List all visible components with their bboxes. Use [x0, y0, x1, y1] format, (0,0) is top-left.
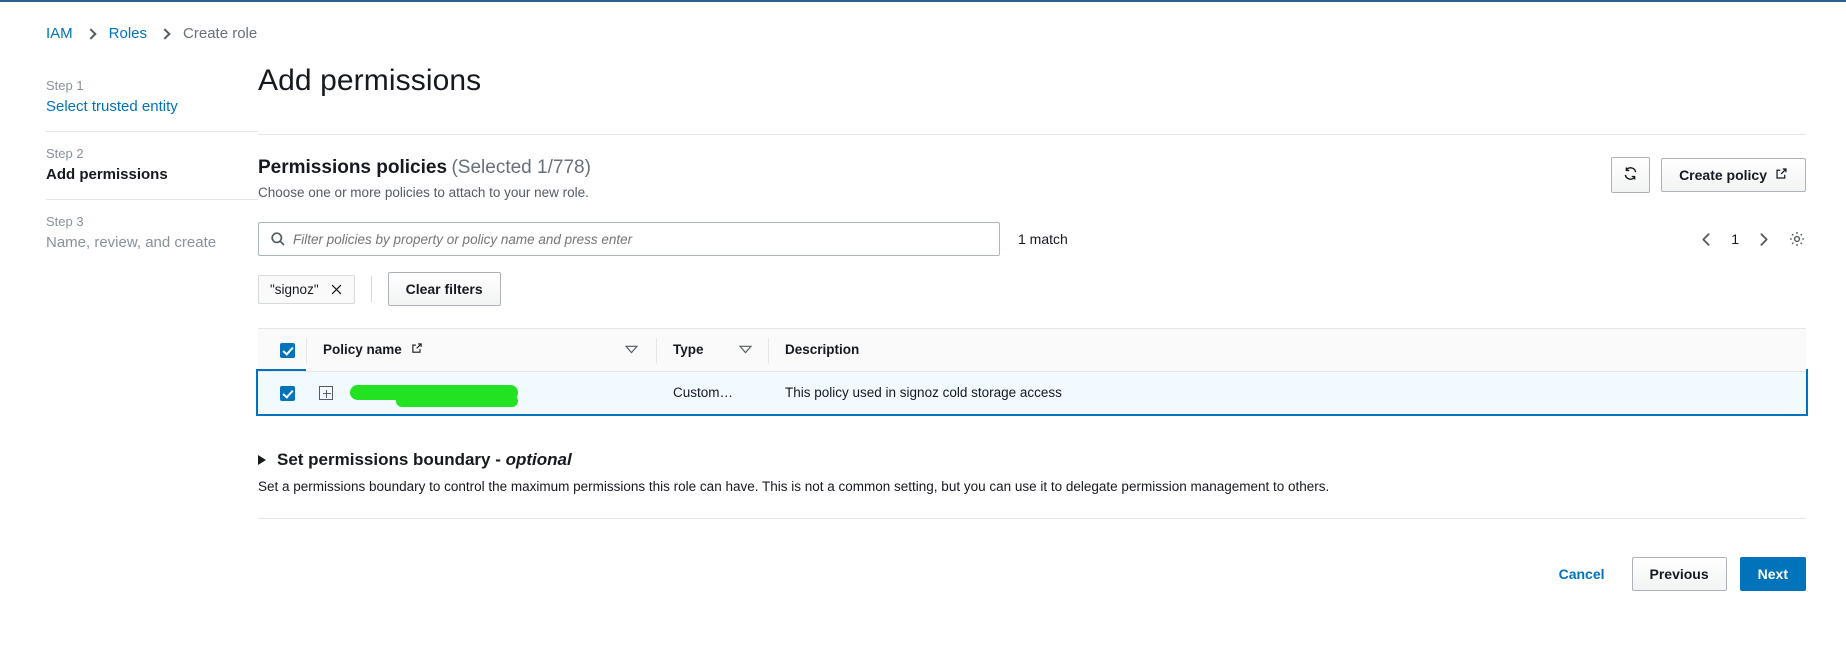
breadcrumb-item-roles[interactable]: Roles	[109, 25, 147, 42]
panel-header: Permissions policies (Selected 1/778) Ch…	[258, 157, 1806, 200]
filter-token-label: "signoz"	[270, 281, 319, 297]
search-input[interactable]	[293, 231, 989, 247]
wizard-steps-sidebar: Step 1 Select trusted entity Step 2 Add …	[0, 64, 258, 591]
previous-button[interactable]: Previous	[1631, 556, 1727, 591]
search-box[interactable]	[258, 222, 1000, 256]
panel-subtitle: Choose one or more policies to attach to…	[258, 185, 589, 200]
filter-row: 1 match 1	[258, 222, 1806, 256]
row-type-cell: Custom…	[656, 371, 768, 414]
breadcrumb-item-create-role: Create role	[183, 25, 258, 42]
permissions-boundary-toggle[interactable]: Set permissions boundary - optional	[258, 450, 1806, 470]
policies-table: Policy name Type Description Custom… Thi…	[256, 328, 1808, 416]
create-policy-button[interactable]: Create policy	[1661, 158, 1806, 192]
selected-count: (Selected 1/778)	[451, 157, 591, 178]
clear-filters-button[interactable]: Clear filters	[387, 272, 501, 306]
breadcrumb-item-iam[interactable]: IAM	[46, 25, 73, 42]
wizard-footer: Cancel Previous Next	[258, 556, 1806, 591]
filter-token-signoz[interactable]: "signoz"	[258, 274, 355, 304]
row-description-cell: This policy used in signoz cold storage …	[768, 371, 1806, 414]
column-type-label: Type	[673, 342, 704, 358]
panel-header-text: Permissions policies (Selected 1/778) Ch…	[258, 157, 591, 200]
page-title: Add permissions	[258, 64, 482, 97]
table-header: Policy name Type Description	[258, 328, 1806, 372]
permissions-boundary-title: Set permissions boundary - optional	[277, 450, 572, 470]
column-type[interactable]: Type	[656, 328, 768, 372]
sidebar-step-3: Step 3 Name, review, and create	[46, 200, 258, 267]
sort-descending-icon[interactable]	[738, 342, 768, 357]
chevron-right-icon	[159, 27, 171, 40]
column-description-label: Description	[785, 342, 860, 358]
pagination-current-page[interactable]: 1	[1731, 231, 1739, 247]
column-policy-name[interactable]: Policy name	[306, 328, 656, 372]
expand-plus-icon[interactable]	[319, 385, 333, 400]
boundary-title-text: Set permissions boundary -	[277, 449, 506, 469]
panel-title: Permissions policies	[258, 157, 448, 178]
external-link-icon	[1775, 167, 1788, 183]
row-select-cell	[258, 371, 306, 414]
sort-descending-icon[interactable]	[624, 342, 656, 357]
select-all-header	[258, 328, 306, 372]
row-checkbox[interactable]	[280, 385, 295, 401]
refresh-button[interactable]	[1611, 157, 1651, 193]
create-policy-label: Create policy	[1679, 167, 1767, 183]
table-row[interactable]: Custom… This policy used in signoz cold …	[256, 369, 1808, 416]
panel-actions: Create policy	[1611, 157, 1806, 193]
cancel-button[interactable]: Cancel	[1545, 558, 1619, 590]
row-policy-name-cell	[306, 371, 656, 414]
sidebar-step-2: Step 2 Add permissions	[46, 132, 258, 200]
permissions-policies-panel: Permissions policies (Selected 1/778) Ch…	[256, 134, 1808, 416]
chevron-right-icon	[85, 27, 97, 40]
pagination-next-button[interactable]	[1755, 231, 1772, 248]
column-policy-name-label: Policy name	[323, 342, 402, 358]
page-body: Step 1 Select trusted entity Step 2 Add …	[0, 42, 1846, 591]
main-content: Add permissions Permissions policies (Se…	[256, 64, 1846, 591]
refresh-icon	[1623, 166, 1638, 184]
step-2-number: Step 2	[46, 146, 84, 161]
step-3-number: Step 3	[46, 214, 84, 229]
sidebar-item-select-trusted-entity[interactable]: Select trusted entity	[46, 98, 258, 115]
gear-icon[interactable]	[1788, 230, 1806, 248]
sidebar-item-name-review-create: Name, review, and create	[46, 234, 217, 251]
pagination-prev-button[interactable]	[1698, 231, 1715, 248]
table-body: Custom… This policy used in signoz cold …	[256, 369, 1808, 416]
panel-title-row: Permissions policies (Selected 1/778)	[258, 157, 591, 179]
external-link-icon	[411, 342, 423, 357]
breadcrumb: IAM Roles Create role	[0, 3, 1846, 42]
permissions-boundary-description: Set a permissions boundary to control th…	[258, 478, 1330, 494]
select-all-checkbox[interactable]	[280, 342, 295, 358]
sidebar-item-add-permissions: Add permissions	[46, 166, 168, 183]
match-count: 1 match	[1018, 231, 1068, 247]
triangle-right-icon	[258, 454, 266, 465]
search-icon	[270, 231, 286, 252]
table-header-row: Policy name Type Description	[258, 328, 1806, 372]
clear-filters-label: Clear filters	[405, 281, 483, 297]
sidebar-step-1: Step 1 Select trusted entity	[46, 64, 258, 132]
next-button[interactable]: Next	[1739, 556, 1806, 591]
boundary-optional-text: optional	[505, 449, 572, 469]
column-description: Description	[768, 328, 1806, 372]
active-filters-row: "signoz" Clear filters	[258, 272, 1806, 306]
permissions-boundary-section: Set permissions boundary - optional Set …	[258, 450, 1806, 519]
step-1-number: Step 1	[46, 78, 84, 93]
close-icon[interactable]	[330, 283, 343, 296]
pagination: 1	[1698, 230, 1806, 248]
redacted-policy-name	[350, 385, 518, 408]
divider	[370, 276, 372, 302]
